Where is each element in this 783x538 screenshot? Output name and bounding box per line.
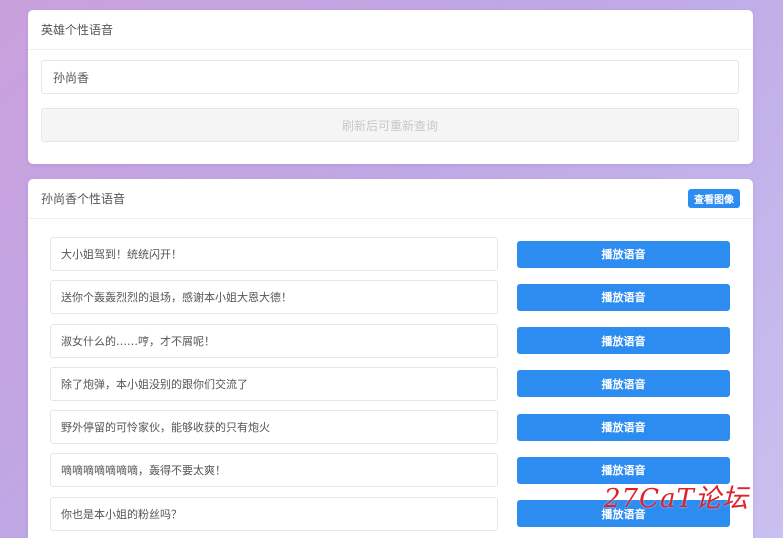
voice-line-text: 野外停留的可怜家伙，能够收获的只有炮火 [50, 410, 498, 445]
refresh-query-button[interactable]: 刷新后可重新查询 [41, 108, 739, 142]
hero-name-input[interactable] [41, 60, 739, 94]
play-voice-button[interactable]: 播放语音 [517, 456, 730, 484]
voice-row: 你也是本小姐的粉丝吗？ 播放语音 [50, 496, 731, 531]
play-voice-button[interactable]: 播放语音 [517, 240, 730, 268]
voice-row: 大小姐驾到！统统闪开！ 播放语音 [50, 237, 731, 271]
view-image-button[interactable]: 查看图像 [688, 189, 740, 208]
play-voice-button[interactable]: 播放语音 [517, 413, 730, 441]
voice-card: 孙尚香个性语音 查看图像 大小姐驾到！统统闪开！ 播放语音 送你个轰轰烈烈的退场… [28, 179, 753, 538]
voice-card-title: 孙尚香个性语音 [41, 192, 126, 206]
voice-row: 淑女什么的……哼，才不屑呢！ 播放语音 [50, 323, 731, 358]
voice-row: 嘀嘀嘀嘀嘀嘀嘀，轰得不要太爽！ 播放语音 [50, 453, 731, 488]
voice-line-text: 你也是本小姐的粉丝吗？ [50, 496, 498, 531]
voice-line-text: 嘀嘀嘀嘀嘀嘀嘀，轰得不要太爽！ [50, 453, 498, 488]
voice-list: 大小姐驾到！统统闪开！ 播放语音 送你个轰轰烈烈的退场，感谢本小姐大恩大德！ 播… [50, 237, 731, 538]
voice-line-text: 送你个轰轰烈烈的退场，感谢本小姐大恩大德！ [50, 280, 498, 315]
voice-row: 送你个轰轰烈烈的退场，感谢本小姐大恩大德！ 播放语音 [50, 280, 731, 315]
play-voice-button[interactable]: 播放语音 [517, 283, 730, 311]
play-voice-button[interactable]: 播放语音 [517, 327, 730, 355]
voice-line-text: 大小姐驾到！统统闪开！ [50, 237, 498, 271]
search-card-header: 英雄个性语音 [28, 10, 753, 50]
voice-line-text: 除了炮弹，本小姐没别的跟你们交流了 [50, 366, 498, 401]
play-voice-button[interactable]: 播放语音 [517, 370, 730, 398]
voice-line-text: 淑女什么的……哼，才不屑呢！ [50, 323, 498, 358]
voice-card-header: 孙尚香个性语音 查看图像 [28, 179, 753, 219]
search-card: 英雄个性语音 刷新后可重新查询 [28, 10, 753, 164]
voice-row: 除了炮弹，本小姐没别的跟你们交流了 播放语音 [50, 366, 731, 401]
voice-row: 野外停留的可怜家伙，能够收获的只有炮火 播放语音 [50, 410, 731, 445]
play-voice-button[interactable]: 播放语音 [517, 500, 730, 528]
search-card-title: 英雄个性语音 [41, 23, 114, 37]
